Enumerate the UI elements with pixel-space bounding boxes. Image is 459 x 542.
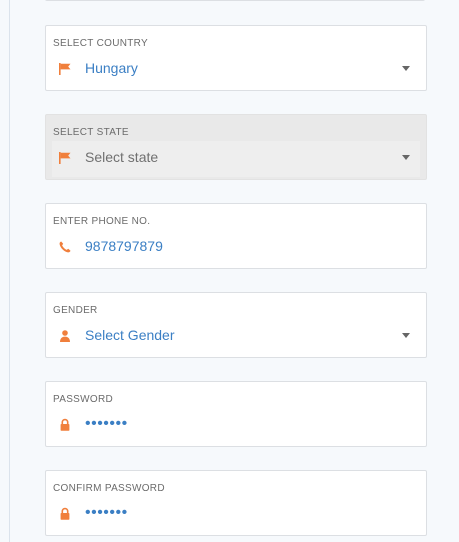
user-icon	[60, 330, 70, 342]
chevron-down-icon[interactable]	[402, 333, 410, 338]
country-value: Hungary	[85, 60, 138, 76]
state-select[interactable]: SELECT STATE Select state	[45, 114, 427, 180]
phone-value: 9878797879	[85, 238, 163, 254]
password-label: PASSWORD	[53, 394, 113, 405]
password-field[interactable]: PASSWORD •••••••	[45, 381, 427, 447]
chevron-down-icon[interactable]	[402, 66, 410, 71]
country-label: SELECT COUNTRY	[53, 38, 148, 49]
country-select[interactable]: SELECT COUNTRY Hungary	[45, 25, 427, 91]
phone-icon	[59, 241, 71, 253]
state-placeholder: Select state	[85, 149, 159, 165]
lock-icon	[60, 418, 70, 431]
phone-field[interactable]: ENTER PHONE NO. 9878797879	[45, 203, 427, 269]
password-value: •••••••	[85, 415, 128, 432]
lock-icon	[60, 507, 70, 520]
gender-placeholder: Select Gender	[85, 327, 175, 343]
gender-select[interactable]: GENDER Select Gender	[45, 292, 427, 358]
previous-field-edge	[45, 0, 425, 1]
phone-label: ENTER PHONE NO.	[53, 216, 151, 227]
left-divider	[9, 0, 10, 542]
flag-icon	[59, 63, 71, 75]
confirm-password-field[interactable]: CONFIRM PASSWORD •••••••	[45, 470, 427, 536]
gender-label: GENDER	[53, 305, 98, 316]
state-label: SELECT STATE	[53, 127, 129, 138]
confirm-password-label: CONFIRM PASSWORD	[53, 483, 165, 494]
confirm-password-value: •••••••	[85, 504, 128, 521]
flag-icon	[59, 152, 71, 164]
chevron-down-icon[interactable]	[402, 155, 410, 160]
